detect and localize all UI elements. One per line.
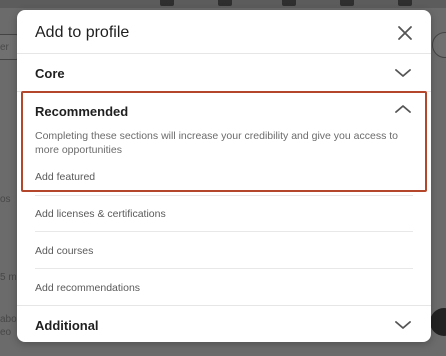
notifications-icon bbox=[398, 0, 412, 6]
messaging-icon bbox=[340, 0, 354, 6]
background-text: os bbox=[0, 194, 11, 205]
chevron-down-icon bbox=[395, 69, 411, 77]
background-nav-bar bbox=[0, 0, 446, 8]
section-core-toggle[interactable]: Core bbox=[17, 54, 431, 92]
add-courses-link[interactable]: Add courses bbox=[35, 245, 93, 257]
section-additional-label: Additional bbox=[35, 318, 99, 333]
jobs-icon bbox=[282, 0, 296, 6]
background-text: 5 m bbox=[0, 272, 17, 283]
section-additional-toggle[interactable]: Additional bbox=[17, 305, 431, 342]
background-avatar bbox=[430, 308, 446, 336]
add-to-profile-dialog: Add to profile Core Recommended Completi… bbox=[17, 10, 431, 342]
add-recommendations-link[interactable]: Add recommendations bbox=[35, 282, 140, 294]
background-text: abo bbox=[0, 314, 17, 325]
chevron-up-icon bbox=[395, 105, 411, 113]
close-button[interactable] bbox=[397, 25, 413, 41]
close-icon bbox=[398, 26, 412, 40]
dialog-header: Add to profile bbox=[17, 10, 431, 54]
chevron-down-icon bbox=[395, 321, 411, 329]
dialog-title: Add to profile bbox=[35, 24, 130, 41]
section-core-label: Core bbox=[35, 66, 65, 81]
background-button bbox=[432, 32, 446, 58]
divider bbox=[35, 231, 413, 232]
network-icon bbox=[218, 0, 232, 6]
background-text: eo bbox=[0, 327, 12, 338]
section-recommended-label: Recommended bbox=[35, 104, 129, 119]
section-recommended-toggle[interactable]: Recommended bbox=[17, 92, 431, 128]
divider bbox=[35, 268, 413, 269]
recommended-description: Completing these sections will increase … bbox=[35, 130, 399, 156]
divider bbox=[35, 195, 413, 196]
add-featured-link[interactable]: Add featured bbox=[35, 171, 95, 183]
home-icon bbox=[160, 0, 174, 6]
add-licenses-link[interactable]: Add licenses & certifications bbox=[35, 208, 166, 220]
background-text: er bbox=[0, 42, 9, 53]
